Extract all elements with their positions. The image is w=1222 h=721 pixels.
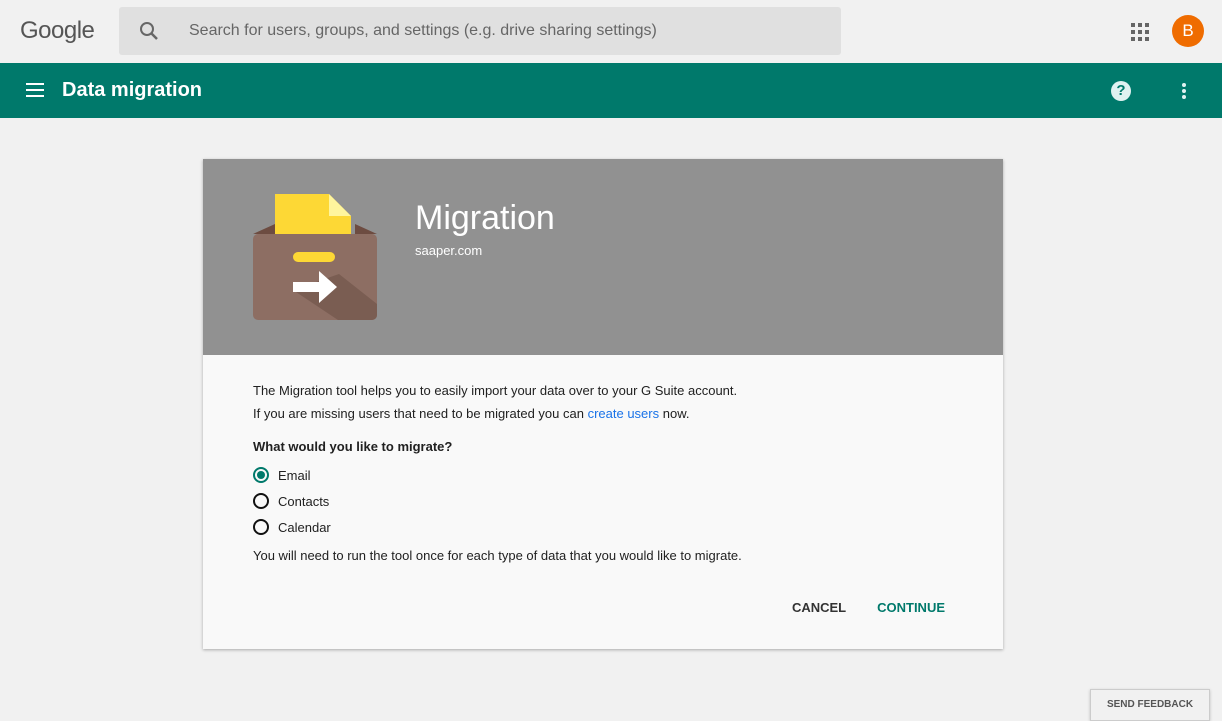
help-icon[interactable]: ? bbox=[1111, 81, 1131, 101]
radio-contacts[interactable]: Contacts bbox=[253, 488, 953, 514]
text: now. bbox=[659, 406, 690, 421]
cancel-button[interactable]: CANCEL bbox=[792, 600, 846, 615]
continue-button[interactable]: CONTINUE bbox=[877, 600, 945, 615]
text: If you are missing users that need to be… bbox=[253, 406, 588, 421]
top-bar: Google B bbox=[0, 0, 1222, 63]
radio-button[interactable] bbox=[253, 493, 269, 509]
radio-calendar[interactable]: Calendar bbox=[253, 514, 953, 540]
question-label: What would you like to migrate? bbox=[253, 439, 453, 454]
radio-email[interactable]: Email bbox=[253, 462, 953, 488]
radio-label: Contacts bbox=[278, 493, 330, 509]
card-header: Migration saaper.com bbox=[203, 159, 1003, 355]
missing-users-text: If you are missing users that need to be… bbox=[253, 402, 953, 425]
google-logo[interactable]: Google bbox=[20, 17, 95, 45]
search-input[interactable] bbox=[189, 7, 829, 55]
radio-label: Email bbox=[278, 467, 311, 483]
note-text: You will need to run the tool once for e… bbox=[253, 548, 742, 563]
card-title: Migration bbox=[415, 199, 555, 237]
page-title: Data migration bbox=[62, 79, 203, 101]
radio-label: Calendar bbox=[278, 519, 331, 535]
migration-card: Migration saaper.com The Migration tool … bbox=[203, 159, 1003, 649]
migration-box-icon bbox=[253, 194, 377, 320]
intro-text: The Migration tool helps you to easily i… bbox=[253, 383, 738, 398]
send-feedback-button[interactable]: SEND FEEDBACK bbox=[1090, 689, 1210, 721]
apps-grid-icon[interactable] bbox=[1131, 23, 1149, 41]
radio-button[interactable] bbox=[253, 467, 269, 483]
radio-button[interactable] bbox=[253, 519, 269, 535]
domain-label: saaper.com bbox=[415, 243, 483, 258]
search-bar[interactable] bbox=[119, 7, 841, 55]
app-bar: Data migration ? bbox=[0, 63, 1222, 118]
create-users-link[interactable]: create users bbox=[588, 406, 660, 421]
more-vert-icon[interactable] bbox=[1182, 83, 1186, 101]
search-icon bbox=[140, 22, 158, 40]
menu-icon[interactable] bbox=[26, 83, 44, 97]
avatar[interactable]: B bbox=[1172, 15, 1204, 47]
